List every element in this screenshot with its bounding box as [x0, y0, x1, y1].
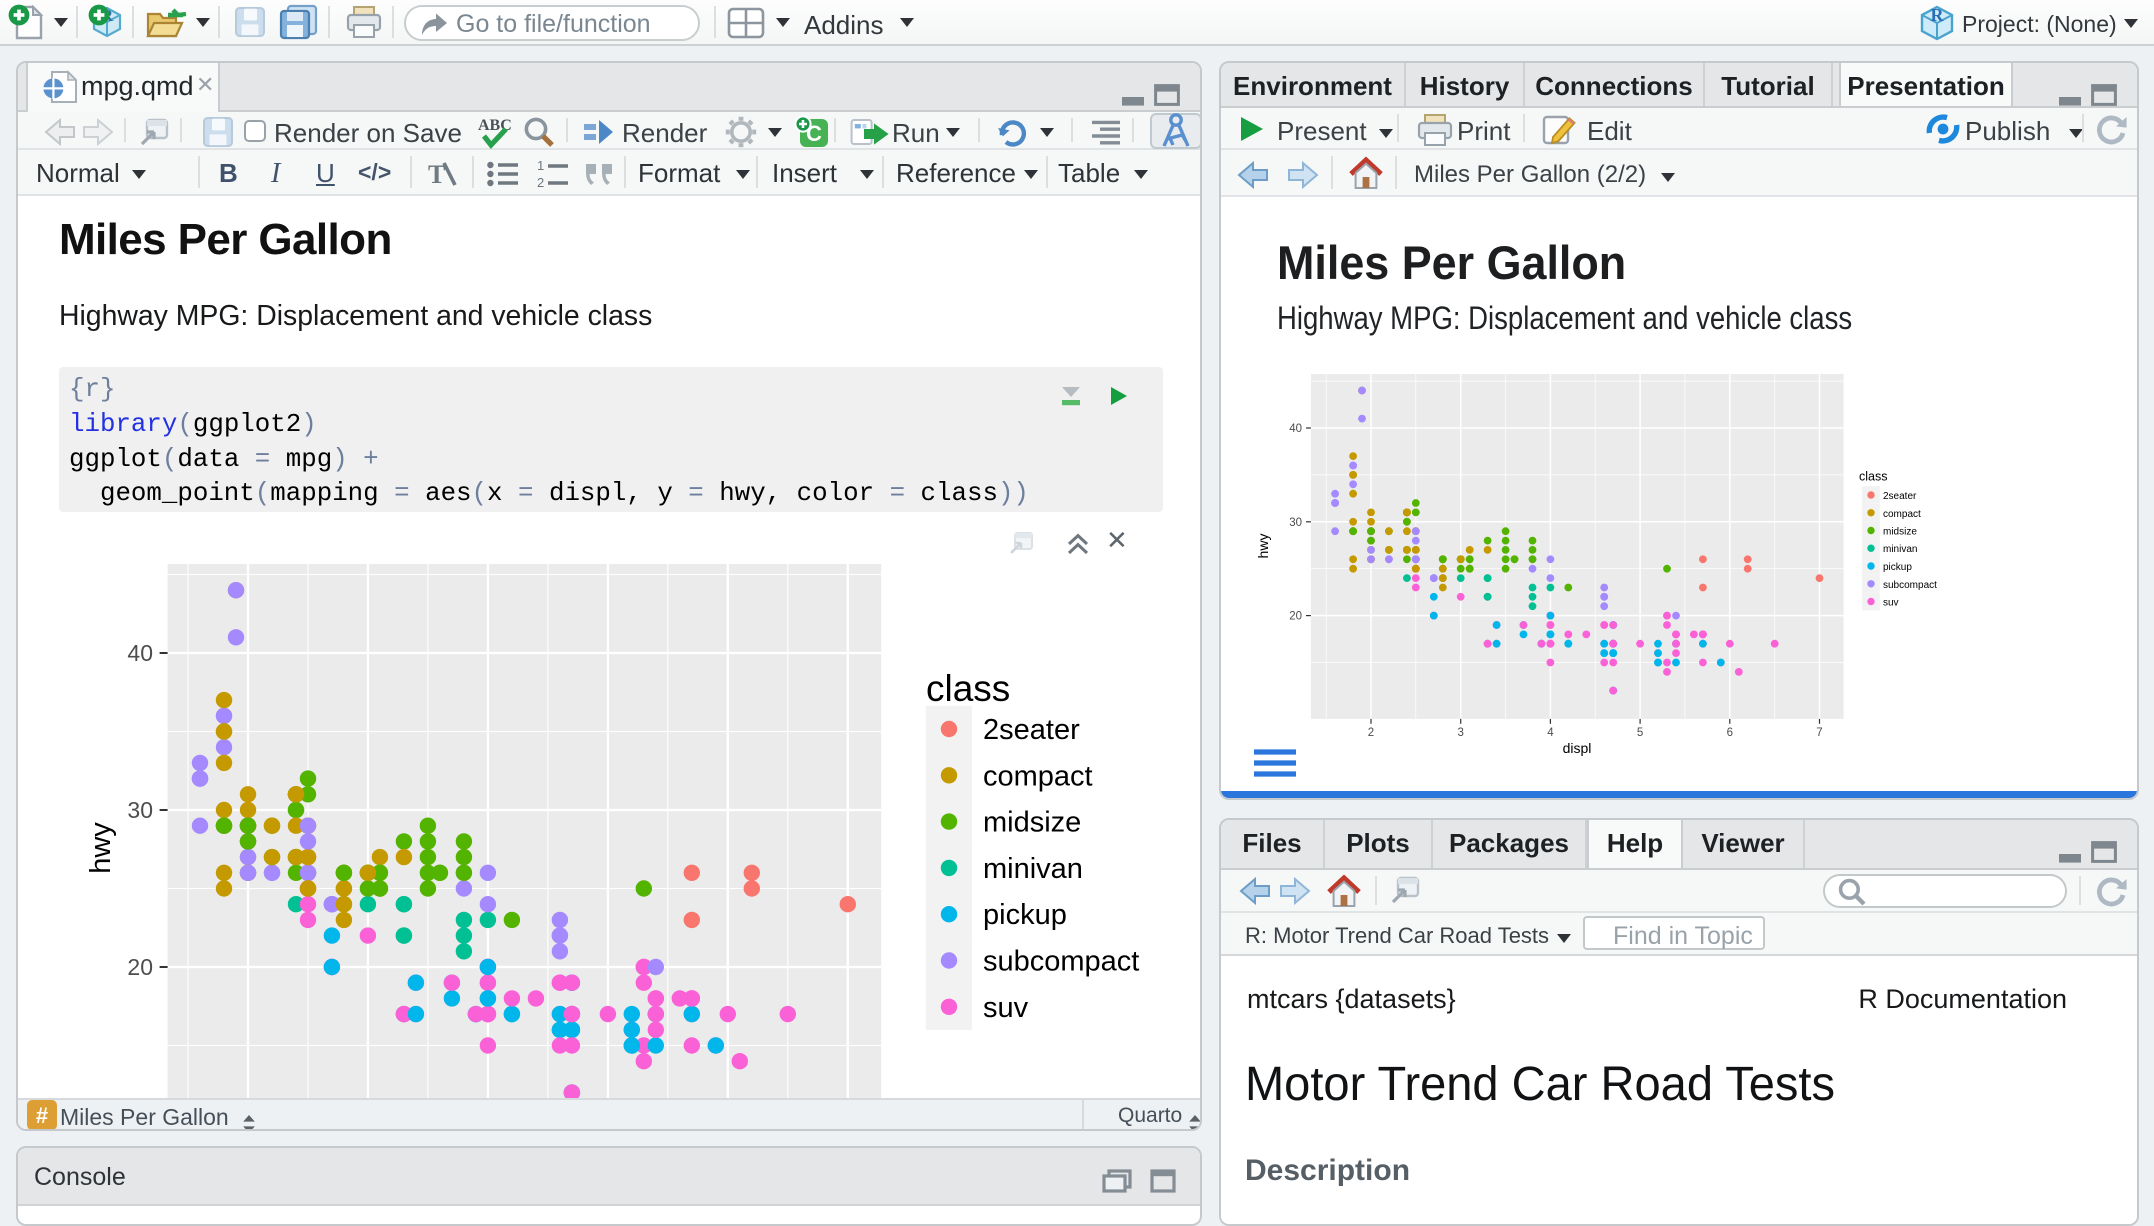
svg-text:30: 30 [127, 797, 153, 823]
svg-text:pickup: pickup [1883, 562, 1912, 573]
svg-text:2seater: 2seater [983, 714, 1080, 746]
svg-text:midsize: midsize [1883, 527, 1917, 538]
svg-text:subcompact: subcompact [983, 946, 1139, 978]
svg-text:5: 5 [1637, 727, 1643, 739]
svg-text:minivan: minivan [983, 853, 1083, 885]
svg-text:compact: compact [983, 760, 1093, 792]
svg-text:compact: compact [1883, 509, 1921, 520]
svg-text:1: 1 [537, 160, 544, 173]
svg-text:20: 20 [127, 954, 153, 980]
svg-text:hwy: hwy [85, 822, 117, 874]
svg-text:suv: suv [1883, 598, 1899, 609]
svg-text:40: 40 [127, 640, 153, 666]
svg-text:3: 3 [1457, 727, 1463, 739]
svg-text:class: class [1859, 470, 1887, 484]
svg-text:2: 2 [537, 175, 544, 188]
svg-text:2seater: 2seater [1883, 491, 1917, 502]
svg-text:subcompact: subcompact [1883, 580, 1937, 591]
svg-text:midsize: midsize [983, 807, 1081, 839]
svg-text:R: R [1931, 5, 1945, 25]
svg-text:pickup: pickup [983, 899, 1067, 931]
svg-text:class: class [926, 668, 1010, 709]
svg-text:2: 2 [1368, 727, 1374, 739]
svg-text:suv: suv [983, 992, 1029, 1024]
svg-text:minivan: minivan [1883, 544, 1917, 555]
svg-text:4: 4 [1547, 727, 1554, 739]
svg-text:40: 40 [1289, 423, 1302, 435]
svg-text:6: 6 [1727, 727, 1733, 739]
svg-text:#: # [36, 1103, 48, 1128]
svg-text:displ: displ [1563, 740, 1592, 756]
svg-text:20: 20 [1289, 611, 1302, 623]
svg-text:30: 30 [1289, 517, 1302, 529]
svg-text:hwy: hwy [1255, 534, 1271, 559]
svg-text:7: 7 [1816, 727, 1822, 739]
